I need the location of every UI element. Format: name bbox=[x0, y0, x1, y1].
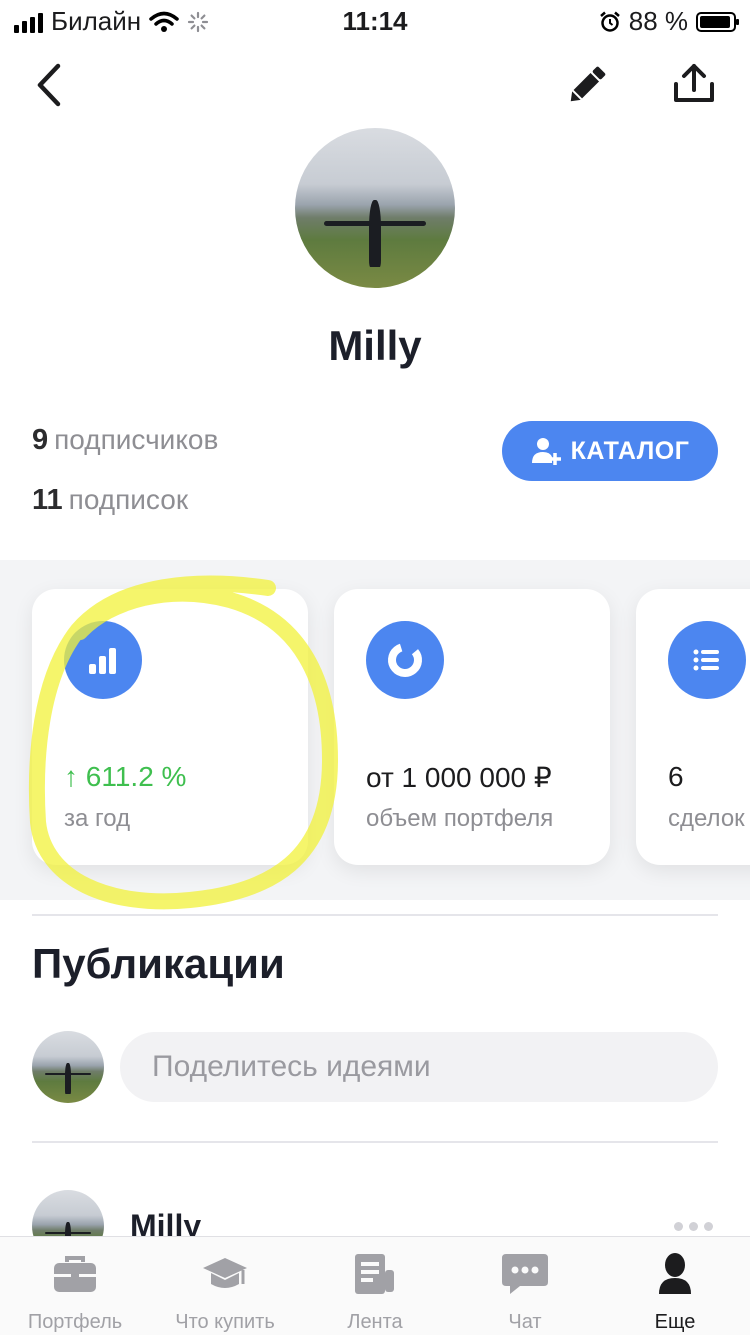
yield-label: за год bbox=[64, 805, 131, 832]
tab-portfolio[interactable]: Портфель bbox=[0, 1237, 150, 1335]
share-upload-icon[interactable] bbox=[668, 60, 720, 110]
bar-chart-icon bbox=[64, 621, 142, 699]
tab-what-to-buy[interactable]: Что купить bbox=[150, 1237, 300, 1335]
following-stat[interactable]: 11 подписок bbox=[32, 484, 188, 517]
edit-pencil-icon[interactable] bbox=[562, 60, 612, 110]
divider bbox=[32, 1141, 718, 1143]
following-label: подписок bbox=[68, 484, 189, 515]
share-ideas-placeholder: Поделитесь идеями bbox=[152, 1050, 431, 1083]
composer-avatar bbox=[32, 1031, 104, 1103]
yield-value: ↑ 611.2 % bbox=[64, 761, 187, 792]
alarm-icon bbox=[599, 11, 620, 32]
tab-chat[interactable]: Чат bbox=[450, 1237, 600, 1335]
divider bbox=[32, 914, 718, 916]
tab-more[interactable]: Еще bbox=[600, 1237, 750, 1335]
tab-feed[interactable]: Лента bbox=[300, 1237, 450, 1335]
portfolio-volume-value: от 1 000 000 ₽ bbox=[366, 762, 552, 793]
publications-title: Публикации bbox=[32, 940, 285, 987]
deals-value: 6 bbox=[668, 761, 684, 792]
list-icon bbox=[668, 621, 746, 699]
portfolio-volume-card[interactable]: от 1 000 000 ₽ объем портфеля bbox=[334, 589, 610, 865]
donut-chart-icon bbox=[366, 621, 444, 699]
profile-name: Milly bbox=[328, 322, 422, 369]
add-user-icon bbox=[531, 438, 561, 465]
catalog-button-label: КАТАЛОГ bbox=[570, 436, 690, 465]
deals-label: сделок bbox=[668, 805, 745, 832]
deals-card[interactable]: 6 сделок bbox=[636, 589, 750, 865]
yield-card[interactable]: ↑ 611.2 % за год bbox=[32, 589, 308, 865]
battery-icon bbox=[696, 11, 739, 32]
catalog-button[interactable]: КАТАЛОГ bbox=[502, 421, 718, 481]
followers-label: подписчиков bbox=[54, 424, 219, 455]
followers-stat[interactable]: 9 подписчиков bbox=[32, 424, 218, 457]
tab-label: Что купить bbox=[175, 1311, 275, 1333]
person-icon bbox=[659, 1253, 691, 1294]
back-chevron-icon[interactable] bbox=[30, 60, 70, 110]
portfolio-volume-label: объем портфеля bbox=[366, 805, 554, 832]
chat-icon bbox=[502, 1254, 548, 1294]
graduation-cap-icon bbox=[203, 1258, 247, 1288]
battery-percent: 88 % bbox=[628, 6, 688, 36]
more-options-icon[interactable] bbox=[674, 1222, 713, 1231]
tab-label: Чат bbox=[508, 1311, 542, 1333]
tab-label: Портфель bbox=[27, 1311, 123, 1333]
following-count: 11 bbox=[32, 484, 63, 516]
status-bar: Билайн 11:14 88 % bbox=[0, 0, 750, 40]
news-icon bbox=[355, 1254, 394, 1294]
followers-count: 9 bbox=[32, 424, 49, 456]
share-ideas-input[interactable]: Поделитесь идеями bbox=[120, 1032, 718, 1102]
profile-avatar[interactable] bbox=[295, 128, 455, 288]
briefcase-icon bbox=[54, 1256, 96, 1292]
tab-label: Лента bbox=[347, 1311, 403, 1333]
tab-label: Еще bbox=[654, 1311, 696, 1333]
tab-bar: Портфель Что купить Лента Чат Еще bbox=[0, 1236, 750, 1335]
